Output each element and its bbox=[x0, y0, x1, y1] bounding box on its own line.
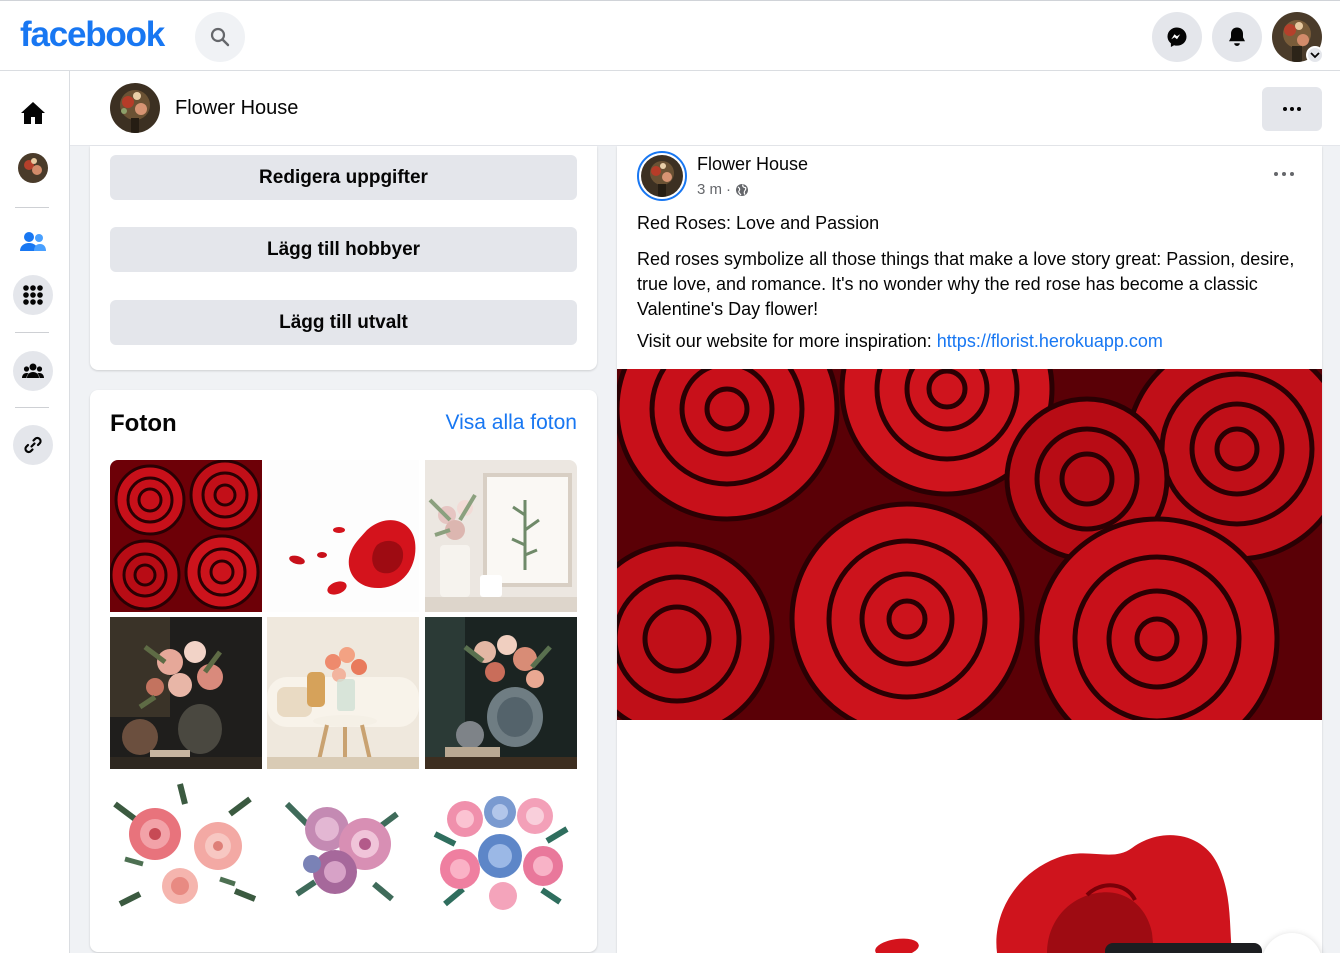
post-visit-line: Visit our website for more inspiration: … bbox=[637, 331, 1163, 352]
page-header: Flower House bbox=[70, 71, 1340, 146]
photo-tile[interactable] bbox=[425, 774, 577, 926]
home-icon bbox=[21, 102, 45, 124]
top-navigation-bar: facebook bbox=[0, 0, 1340, 71]
globe-icon bbox=[736, 183, 749, 196]
more-horizontal-icon bbox=[1283, 107, 1301, 111]
post-card: Flower House 3 m · Red Roses: Love and P… bbox=[617, 146, 1322, 953]
bell-icon bbox=[1229, 27, 1245, 46]
post-visit-text: Visit our website for more inspiration: bbox=[637, 331, 937, 351]
notifications-button[interactable] bbox=[1212, 12, 1262, 62]
menu-button[interactable] bbox=[13, 275, 53, 315]
chevron-down-icon bbox=[1310, 52, 1320, 59]
post-title: Red Roses: Love and Passion bbox=[637, 213, 880, 233]
facebook-logo[interactable]: facebook bbox=[20, 15, 165, 55]
home-button[interactable] bbox=[13, 93, 53, 133]
photo-tile[interactable] bbox=[110, 617, 262, 769]
meta-separator: · bbox=[726, 181, 732, 198]
see-all-photos-link[interactable]: Visa alla foton bbox=[445, 411, 577, 435]
friends-button[interactable] bbox=[13, 222, 53, 262]
post-timestamp[interactable]: 3 m bbox=[697, 181, 722, 198]
groups-icon bbox=[22, 363, 44, 378]
menu-grid-icon bbox=[23, 285, 43, 305]
account-menu-button[interactable] bbox=[1306, 46, 1324, 64]
page-name[interactable]: Flower House bbox=[175, 97, 298, 120]
post-website-link[interactable]: https://florist.herokuapp.com bbox=[937, 331, 1163, 351]
link-button[interactable] bbox=[13, 425, 53, 465]
add-featured-button[interactable]: Lägg till utvalt bbox=[110, 300, 577, 345]
photo-tile[interactable] bbox=[267, 774, 419, 926]
post-body: Red roses symbolize all those things tha… bbox=[637, 249, 1295, 319]
edit-details-button[interactable]: Redigera uppgifter bbox=[110, 155, 577, 200]
photo-tile[interactable] bbox=[267, 460, 419, 612]
add-hobbies-button[interactable]: Lägg till hobbyer bbox=[110, 227, 577, 272]
post-meta: 3 m · bbox=[697, 181, 749, 198]
post-image-rose-petals[interactable] bbox=[617, 720, 1322, 953]
post-image-roses[interactable] bbox=[617, 369, 1322, 720]
post-author-avatar[interactable] bbox=[637, 151, 687, 201]
photos-title: Foton bbox=[110, 410, 177, 437]
photo-tile[interactable] bbox=[425, 460, 577, 612]
photos-card: Foton Visa alla foton bbox=[90, 390, 597, 952]
photo-tile[interactable] bbox=[110, 774, 262, 926]
messenger-icon bbox=[1167, 27, 1187, 47]
groups-button[interactable] bbox=[13, 351, 53, 391]
friends-icon bbox=[20, 232, 46, 251]
rail-divider bbox=[15, 332, 49, 333]
page-shortcut-avatar[interactable] bbox=[13, 148, 53, 188]
search-button[interactable] bbox=[195, 12, 245, 62]
rail-divider bbox=[15, 207, 49, 208]
page-avatar[interactable] bbox=[110, 83, 160, 133]
more-horizontal-icon bbox=[1274, 172, 1294, 176]
rail-divider bbox=[15, 407, 49, 408]
photo-tile[interactable] bbox=[267, 617, 419, 769]
photo-tile[interactable] bbox=[425, 617, 577, 769]
left-navigation-rail bbox=[0, 71, 70, 953]
photo-tile[interactable] bbox=[110, 460, 262, 612]
post-author-name[interactable]: Flower House bbox=[697, 154, 808, 175]
page-more-button[interactable] bbox=[1262, 87, 1322, 131]
post-options-button[interactable] bbox=[1266, 156, 1302, 192]
intro-card: Redigera uppgifter Lägg till hobbyer Läg… bbox=[90, 146, 597, 370]
chat-tab[interactable] bbox=[1105, 943, 1262, 953]
link-icon bbox=[24, 436, 42, 454]
messenger-button[interactable] bbox=[1152, 12, 1202, 62]
search-icon bbox=[210, 27, 230, 47]
photos-grid bbox=[110, 460, 577, 926]
